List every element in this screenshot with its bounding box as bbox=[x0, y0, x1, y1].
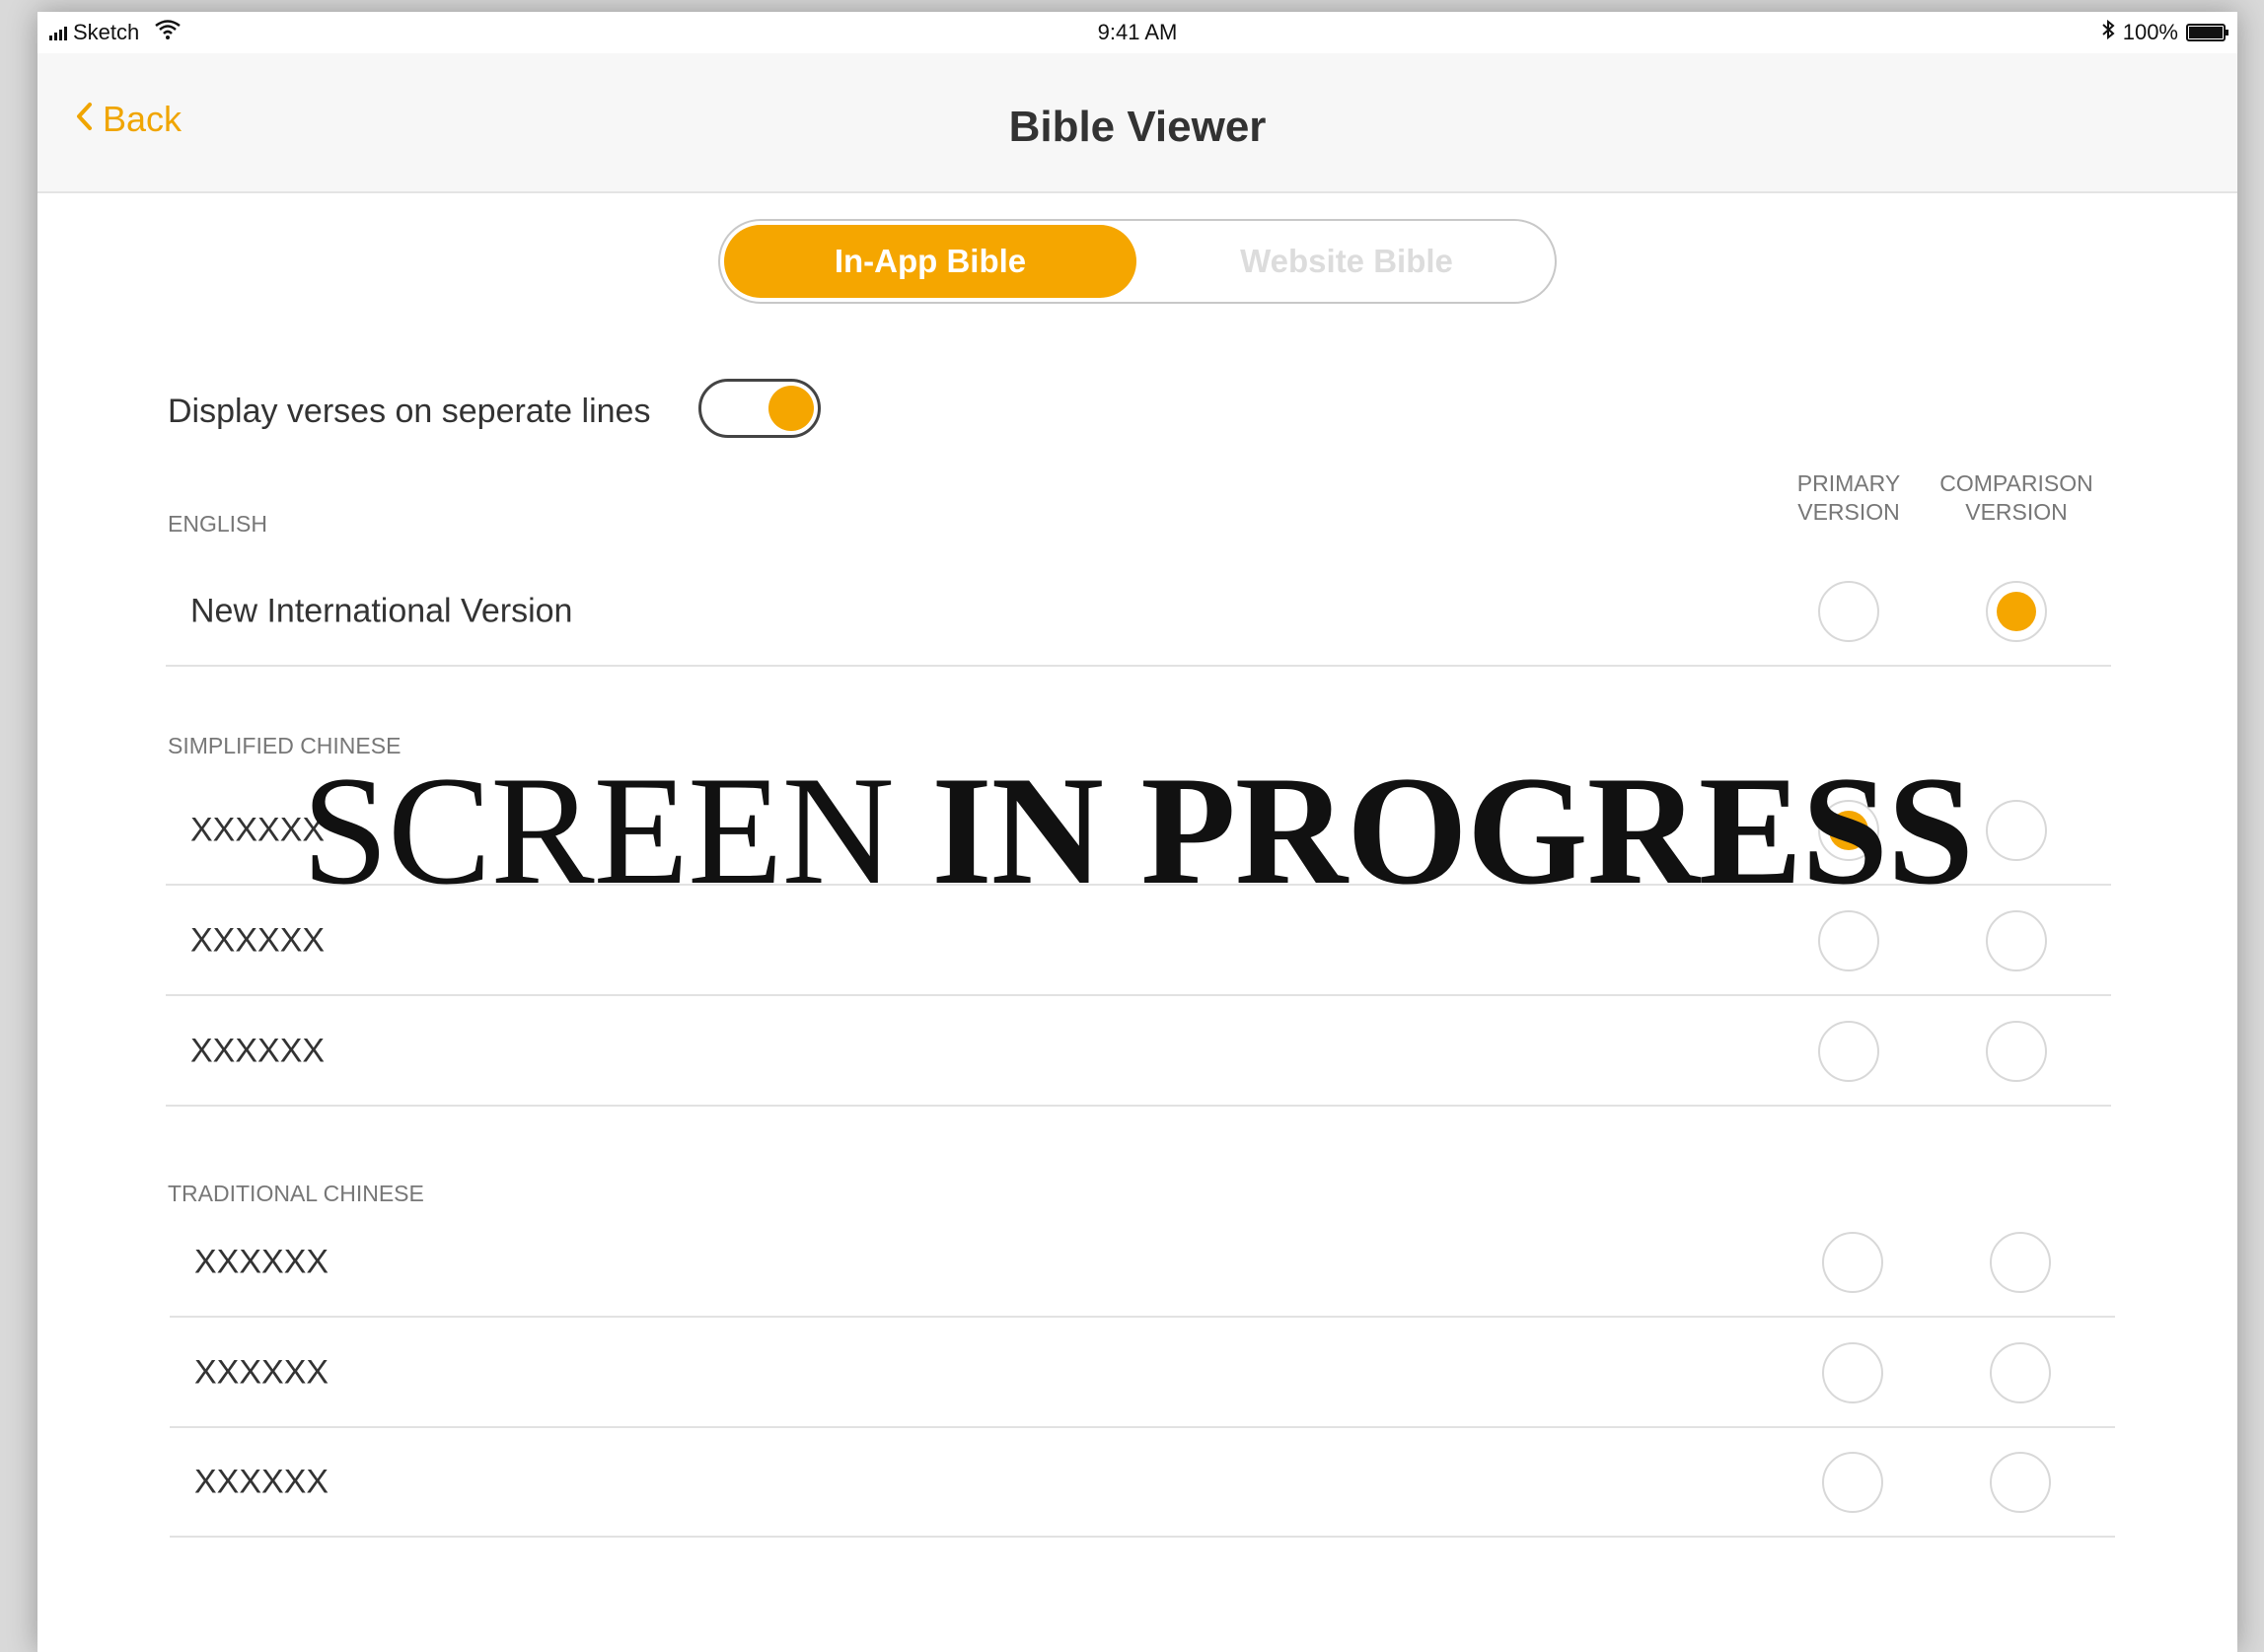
primary-version-radio[interactable] bbox=[1822, 1452, 1883, 1513]
comparison-version-radio[interactable] bbox=[1990, 1342, 2051, 1403]
comparison-header-line1: COMPARISON bbox=[1939, 470, 2093, 496]
page-title: Bible Viewer bbox=[1008, 103, 1267, 151]
comparison-version-radio[interactable] bbox=[1990, 1232, 2051, 1293]
battery-icon bbox=[2186, 24, 2228, 41]
version-label: XXXXXX bbox=[190, 921, 326, 960]
status-bar: Sketch 9:41 AM 100% bbox=[37, 12, 2237, 53]
toggle-knob bbox=[768, 386, 814, 431]
primary-version-radio[interactable] bbox=[1818, 910, 1879, 971]
primary-version-radio[interactable] bbox=[1818, 800, 1879, 861]
version-label: XXXXXX bbox=[190, 1032, 326, 1070]
bible-source-segmented-control: In-App Bible Website Bible bbox=[718, 219, 1557, 304]
comparison-version-radio[interactable] bbox=[1986, 1021, 2047, 1082]
section-title-simplified-chinese: SIMPLIFIED CHINESE bbox=[168, 733, 402, 758]
section-title-traditional-chinese: TRADITIONAL CHINESE bbox=[168, 1181, 424, 1206]
primary-version-radio[interactable] bbox=[1822, 1232, 1883, 1293]
ipad-screen: Sketch 9:41 AM 100% Back Bible Viewer In… bbox=[37, 12, 2237, 1652]
version-row[interactable]: XXXXXX bbox=[170, 1429, 2115, 1538]
segment-website-bible[interactable]: Website Bible bbox=[1144, 225, 1549, 298]
separate-lines-toggle[interactable] bbox=[698, 379, 821, 438]
battery-level-fill bbox=[2189, 27, 2223, 38]
version-row[interactable]: XXXXXX bbox=[170, 1209, 2115, 1318]
comparison-version-radio[interactable] bbox=[1986, 800, 2047, 861]
navigation-bar: Back Bible Viewer bbox=[37, 53, 2237, 193]
version-row[interactable]: XXXXXX bbox=[166, 777, 2111, 886]
status-right: 100% bbox=[2101, 19, 2228, 45]
version-row[interactable]: XXXXXX bbox=[170, 1320, 2115, 1428]
version-row[interactable]: XXXXXX bbox=[166, 888, 2111, 996]
primary-version-radio[interactable] bbox=[1822, 1342, 1883, 1403]
version-label: XXXXXX bbox=[194, 1463, 329, 1501]
comparison-version-header: COMPARISON VERSION bbox=[1918, 469, 2115, 527]
separate-lines-label: Display verses on seperate lines bbox=[168, 393, 651, 430]
battery-percent: 100% bbox=[2122, 20, 2178, 44]
section-title-english: ENGLISH bbox=[168, 511, 267, 537]
primary-version-radio[interactable] bbox=[1818, 581, 1879, 642]
comparison-header-line2: VERSION bbox=[1965, 499, 2068, 525]
version-row[interactable]: New International Version bbox=[166, 558, 2111, 667]
primary-version-radio[interactable] bbox=[1818, 1021, 1879, 1082]
status-time: 9:41 AM bbox=[1097, 20, 1178, 44]
version-label: XXXXXX bbox=[190, 811, 326, 849]
version-row[interactable]: XXXXXX bbox=[166, 998, 2111, 1107]
comparison-version-radio[interactable] bbox=[1986, 910, 2047, 971]
comparison-version-radio[interactable] bbox=[1986, 581, 2047, 642]
version-label: XXXXXX bbox=[194, 1243, 329, 1281]
bluetooth-icon bbox=[2101, 19, 2115, 45]
comparison-version-radio[interactable] bbox=[1990, 1452, 2051, 1513]
version-label: XXXXXX bbox=[194, 1353, 329, 1392]
segment-in-app-bible[interactable]: In-App Bible bbox=[724, 225, 1136, 298]
version-label: New International Version bbox=[190, 592, 573, 630]
